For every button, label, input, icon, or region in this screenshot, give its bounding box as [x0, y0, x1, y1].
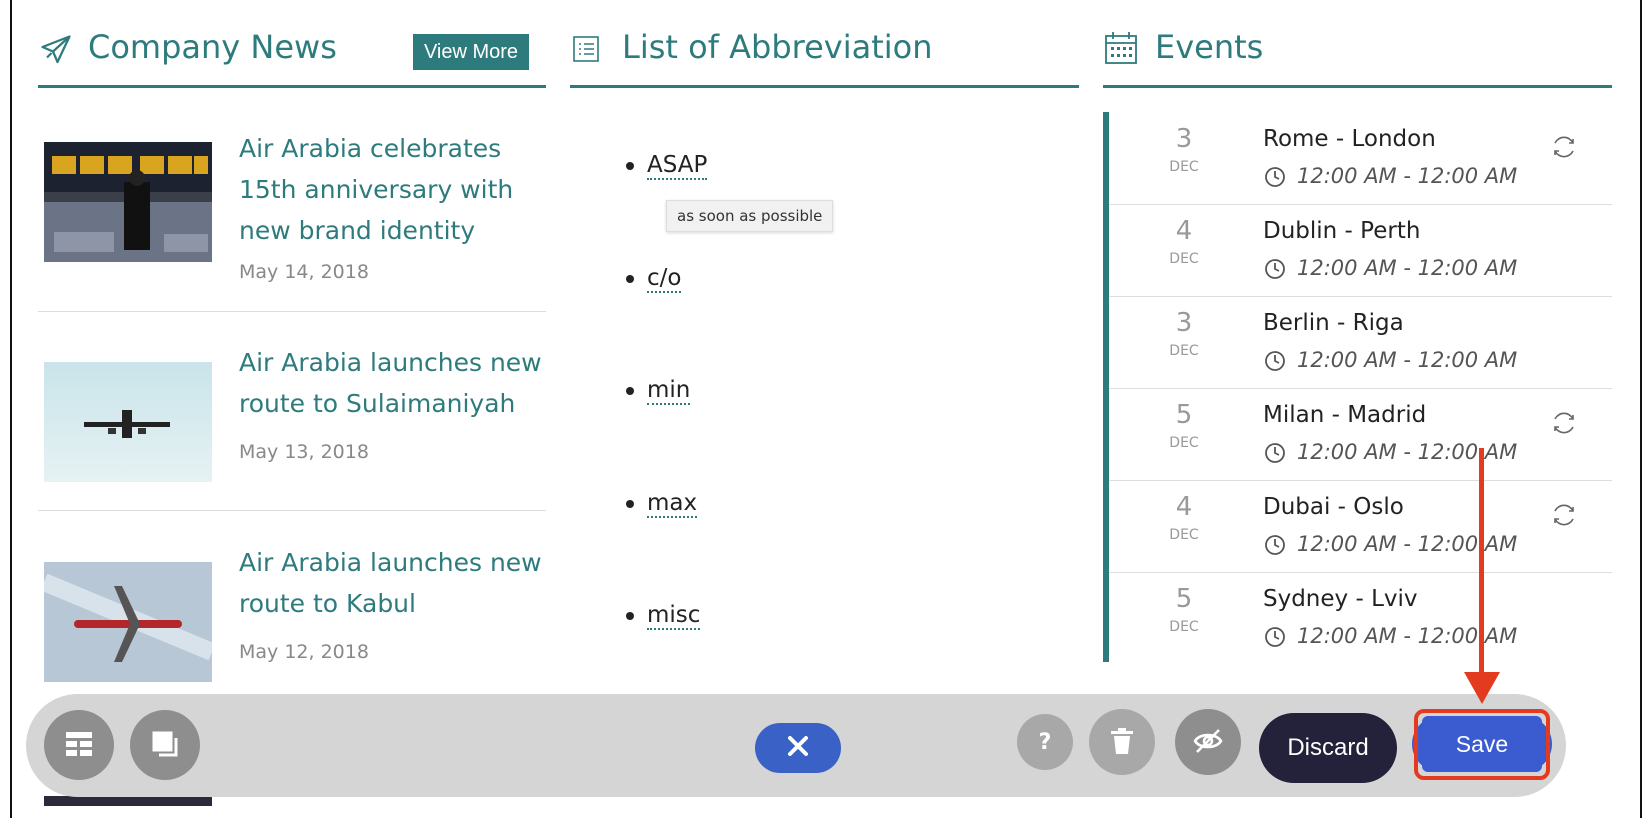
news-item[interactable]: Air Arabia launches new route to Kabul M…	[38, 542, 546, 682]
event-month: DEC	[1169, 527, 1199, 543]
annotation-arrow-head	[1464, 672, 1500, 704]
hide-icon	[1192, 727, 1224, 758]
hide-button[interactable]	[1175, 709, 1241, 775]
events-rule	[1103, 85, 1612, 88]
abbreviation-term[interactable]: min	[647, 377, 691, 405]
event-route[interactable]: Dublin - Perth	[1263, 218, 1420, 244]
events-title: Events	[1155, 28, 1264, 66]
abbreviation-item[interactable]: min	[626, 377, 691, 405]
abbreviation-item[interactable]: misc	[626, 602, 701, 630]
event-time: 12:00 AM - 12:00 AM	[1297, 164, 1518, 188]
layout-icon	[64, 729, 94, 762]
news-thumbnail-peek	[44, 796, 212, 806]
event-item[interactable]: 4 DEC Dubai - Oslo 12:00 AM - 12:00 AM	[1109, 480, 1612, 573]
svg-text:?: ?	[1039, 730, 1052, 754]
event-day: 5	[1175, 400, 1193, 430]
company-news-title: Company News	[88, 28, 337, 66]
view-more-button[interactable]: View More	[413, 34, 529, 70]
close-icon	[785, 733, 811, 763]
page-border-left	[10, 0, 12, 818]
list-icon	[572, 35, 600, 67]
event-month: DEC	[1169, 619, 1199, 635]
layout-button[interactable]	[44, 710, 114, 780]
abbreviation-item[interactable]: ASAP	[626, 152, 708, 180]
airplane-icon	[38, 32, 74, 72]
event-item[interactable]: 5 DEC Sydney - Lviv 12:00 AM - 12:00 AM	[1109, 572, 1612, 664]
clock-icon	[1264, 442, 1286, 468]
recurring-icon	[1549, 408, 1579, 442]
abbreviation-item[interactable]: max	[626, 490, 698, 518]
event-time: 12:00 AM - 12:00 AM	[1297, 348, 1518, 372]
delete-icon	[1109, 727, 1135, 758]
news-item[interactable]: Air Arabia launches new route to Sulaima…	[38, 342, 546, 511]
abbreviation-header: List of Abbreviation	[570, 18, 1079, 88]
bullet	[626, 612, 634, 620]
news-date: May 13, 2018	[239, 441, 369, 463]
event-time: 12:00 AM - 12:00 AM	[1297, 624, 1518, 648]
bullet	[626, 275, 634, 283]
bullet	[626, 500, 634, 508]
discard-button[interactable]: Discard	[1259, 713, 1397, 783]
event-route[interactable]: Rome - London	[1263, 126, 1436, 152]
event-day: 4	[1175, 216, 1193, 246]
event-item[interactable]: 3 DEC Rome - London 12:00 AM - 12:00 AM	[1109, 112, 1612, 205]
event-route[interactable]: Milan - Madrid	[1263, 402, 1426, 428]
event-day: 3	[1175, 308, 1193, 338]
abbreviation-tooltip: as soon as possible	[666, 200, 834, 232]
event-day: 3	[1175, 124, 1193, 154]
event-item[interactable]: 5 DEC Milan - Madrid 12:00 AM - 12:00 AM	[1109, 388, 1612, 481]
event-month: DEC	[1169, 159, 1199, 175]
annotation-arrow-line	[1479, 448, 1484, 676]
abbreviation-term[interactable]: c/o	[647, 265, 682, 293]
event-month: DEC	[1169, 251, 1199, 267]
event-item[interactable]: 3 DEC Berlin - Riga 12:00 AM - 12:00 AM	[1109, 296, 1612, 389]
event-time: 12:00 AM - 12:00 AM	[1297, 440, 1518, 464]
news-title[interactable]: Air Arabia launches new route to Sulaima…	[239, 342, 549, 424]
event-time: 12:00 AM - 12:00 AM	[1297, 256, 1518, 280]
abbreviation-term[interactable]: ASAP	[647, 152, 708, 180]
event-day: 5	[1175, 584, 1193, 614]
delete-button[interactable]	[1089, 709, 1155, 775]
events-header: Events	[1103, 18, 1612, 88]
news-thumbnail-red-plane	[44, 562, 212, 682]
clock-icon	[1264, 350, 1286, 376]
bullet	[626, 387, 634, 395]
clock-icon	[1264, 626, 1286, 652]
news-date: May 14, 2018	[239, 261, 369, 283]
abbreviation-title: List of Abbreviation	[622, 28, 933, 66]
page-border-right	[1640, 0, 1642, 818]
calendar-icon	[1103, 30, 1139, 70]
recurring-icon	[1549, 132, 1579, 166]
abbreviation-rule	[570, 85, 1079, 88]
clock-icon	[1264, 534, 1286, 560]
close-button[interactable]	[755, 723, 841, 773]
recurring-icon	[1549, 500, 1579, 534]
abbreviation-item[interactable]: c/o	[626, 265, 682, 293]
event-item[interactable]: 4 DEC Dublin - Perth 12:00 AM - 12:00 AM	[1109, 204, 1612, 297]
event-month: DEC	[1169, 435, 1199, 451]
news-date: May 12, 2018	[239, 641, 369, 663]
save-highlight-box	[1414, 709, 1550, 780]
clock-icon	[1264, 166, 1286, 192]
news-title[interactable]: Air Arabia celebrates 15th anniversary w…	[239, 128, 549, 251]
event-route[interactable]: Dubai - Oslo	[1263, 494, 1404, 520]
event-route[interactable]: Sydney - Lviv	[1263, 586, 1418, 612]
news-thumbnail-plane-sky	[44, 362, 212, 482]
news-thumbnail-airport	[44, 142, 212, 262]
abbreviation-term[interactable]: misc	[647, 602, 701, 630]
event-route[interactable]: Berlin - Riga	[1263, 310, 1404, 336]
duplicate-button[interactable]	[130, 710, 200, 780]
help-icon: ?	[1034, 728, 1056, 757]
copy-icon	[150, 729, 180, 762]
event-month: DEC	[1169, 343, 1199, 359]
event-time: 12:00 AM - 12:00 AM	[1297, 532, 1518, 556]
clock-icon	[1264, 258, 1286, 284]
news-title[interactable]: Air Arabia launches new route to Kabul	[239, 542, 549, 624]
news-item[interactable]: Air Arabia celebrates 15th anniversary w…	[38, 122, 546, 312]
help-button[interactable]: ?	[1017, 714, 1073, 770]
bullet	[626, 162, 634, 170]
company-news-rule	[38, 85, 546, 88]
event-day: 4	[1175, 492, 1193, 522]
abbreviation-term[interactable]: max	[647, 490, 698, 518]
